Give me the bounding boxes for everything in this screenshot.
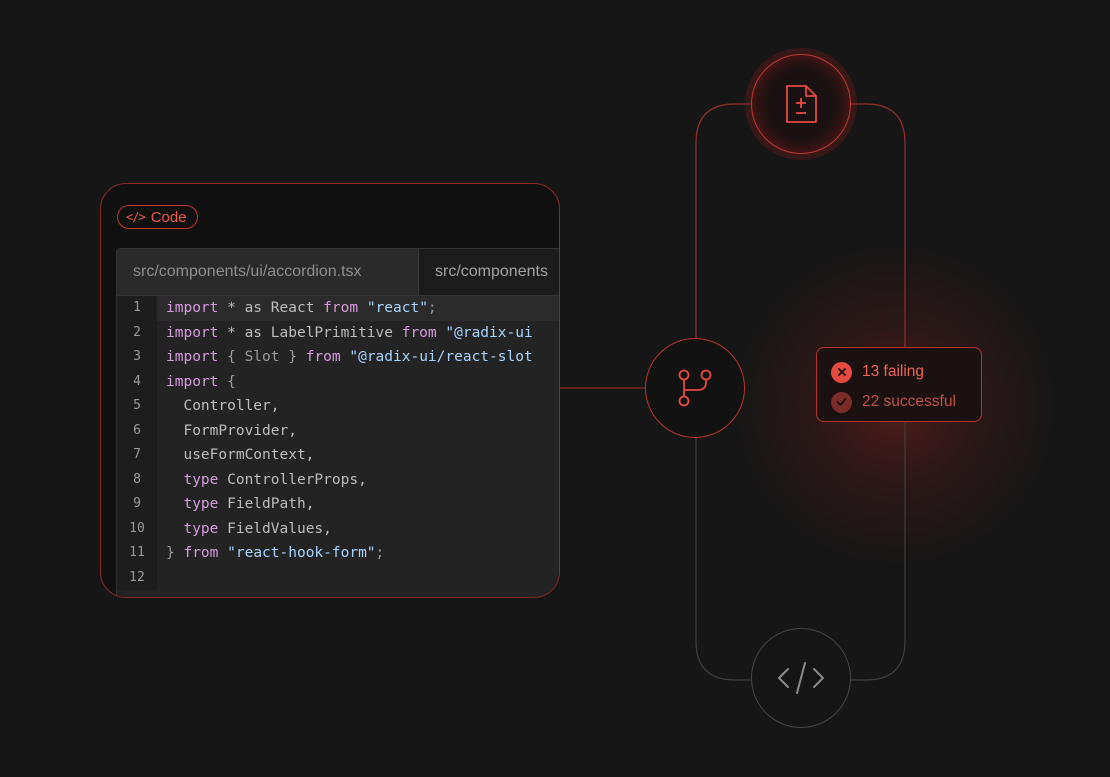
success-count: 22 successful bbox=[862, 393, 956, 410]
code-text: type FieldPath, bbox=[157, 496, 314, 512]
line-number: 3 bbox=[117, 345, 157, 370]
code-text: FormProvider, bbox=[157, 423, 297, 439]
code-text: import { Slot } from "@radix-ui/react-sl… bbox=[157, 349, 533, 365]
code-line: 10 type FieldValues, bbox=[117, 516, 559, 541]
code-token: } bbox=[166, 545, 184, 562]
code-text: } from "react-hook-form"; bbox=[157, 545, 384, 561]
code-text: type ControllerProps, bbox=[157, 471, 367, 488]
code-token: type bbox=[183, 496, 219, 513]
code-line: 2 import * as LabelPrimitive from "@radix… bbox=[117, 320, 559, 345]
code-line: 1 import * as React from "react"; bbox=[117, 296, 559, 321]
code-line: 12 bbox=[117, 565, 559, 590]
code-token: type bbox=[183, 520, 219, 537]
branch-node[interactable] bbox=[645, 338, 745, 438]
code-badge-label: Code bbox=[150, 208, 187, 226]
code-line: 4 import { bbox=[117, 369, 559, 394]
code-token: Controller, bbox=[166, 398, 280, 415]
code-token: type bbox=[183, 471, 219, 488]
code-icon bbox=[778, 662, 824, 694]
line-number: 7 bbox=[117, 443, 157, 468]
code-token: ; bbox=[427, 300, 437, 317]
code-token: import bbox=[166, 300, 219, 317]
code-token: ; bbox=[375, 545, 385, 562]
code-icon: </> bbox=[126, 210, 146, 224]
editor-tabs: src/components/ui/accordion.tsx src/comp… bbox=[117, 249, 559, 296]
code-token: FieldPath, bbox=[218, 496, 315, 513]
code-text: import { bbox=[157, 374, 236, 390]
code-badge: </> Code bbox=[117, 205, 198, 229]
line-number: 9 bbox=[117, 492, 157, 517]
code-node[interactable] bbox=[751, 628, 851, 728]
failing-row[interactable]: 13 failing bbox=[831, 359, 967, 385]
git-branch-icon bbox=[678, 369, 712, 407]
code-token: from bbox=[305, 349, 341, 366]
code-token: import bbox=[166, 324, 219, 341]
tab-accordion[interactable]: src/components/ui/accordion.tsx bbox=[117, 249, 419, 295]
code-text: import * as React from "react"; bbox=[157, 300, 437, 316]
success-row[interactable]: 22 successful bbox=[831, 389, 967, 415]
code-text: Controller, bbox=[157, 398, 280, 415]
line-number: 5 bbox=[117, 394, 157, 419]
code-line: 11} from "react-hook-form"; bbox=[117, 541, 559, 566]
code-token: * as React bbox=[218, 300, 324, 317]
status-card: 13 failing 22 successful bbox=[816, 347, 982, 422]
line-number: 11 bbox=[117, 541, 157, 566]
check-circle-icon bbox=[831, 391, 852, 413]
code-token: { Slot } bbox=[218, 349, 306, 366]
file-diff-icon bbox=[786, 85, 817, 123]
x-circle-icon bbox=[831, 361, 852, 383]
code-token: import bbox=[166, 373, 219, 390]
line-number: 6 bbox=[117, 418, 157, 443]
line-number: 10 bbox=[117, 516, 157, 541]
code-line: 7 useFormContext, bbox=[117, 443, 559, 468]
line-number: 1 bbox=[117, 296, 157, 321]
line-number: 12 bbox=[117, 565, 157, 590]
code-token: "@radix-ui bbox=[445, 324, 533, 341]
code-token: FormProvider, bbox=[166, 422, 297, 439]
line-number: 8 bbox=[117, 467, 157, 492]
file-diff-node[interactable] bbox=[751, 54, 851, 154]
code-token: * as LabelPrimitive bbox=[218, 324, 402, 341]
code-lines: 1 import * as React from "react"; 2 import … bbox=[117, 296, 559, 590]
line-number: 2 bbox=[117, 320, 157, 345]
failing-count: 13 failing bbox=[862, 363, 925, 380]
code-line: 5 Controller, bbox=[117, 394, 559, 419]
code-token: import bbox=[166, 349, 219, 366]
code-token: ControllerProps, bbox=[218, 471, 367, 488]
code-editor: src/components/ui/accordion.tsx src/comp… bbox=[116, 248, 559, 597]
code-token: from bbox=[401, 324, 437, 341]
code-text: type FieldValues, bbox=[157, 520, 332, 537]
code-token: "react-hook-form" bbox=[227, 545, 376, 562]
code-token: from bbox=[323, 300, 359, 317]
code-token: FieldValues, bbox=[218, 520, 332, 537]
code-text: import * as LabelPrimitive from "@radix-… bbox=[157, 325, 533, 341]
code-line: 8 type ControllerProps, bbox=[117, 467, 559, 492]
tab-components[interactable]: src/components bbox=[419, 249, 559, 295]
code-token: useFormContext, bbox=[166, 447, 315, 464]
code-line: 3 import { Slot } from "@radix-ui/react-s… bbox=[117, 345, 559, 370]
code-token: "react" bbox=[366, 300, 428, 317]
code-panel: </> Code src/components/ui/accordion.tsx… bbox=[100, 183, 560, 598]
code-line: 6 FormProvider, bbox=[117, 418, 559, 443]
code-token: "@radix-ui/react-slot bbox=[349, 349, 533, 366]
code-line: 9 type FieldPath, bbox=[117, 492, 559, 517]
code-text: useFormContext, bbox=[157, 447, 314, 463]
line-number: 4 bbox=[117, 369, 157, 394]
code-token: from bbox=[183, 545, 219, 562]
code-token: { bbox=[218, 373, 236, 390]
